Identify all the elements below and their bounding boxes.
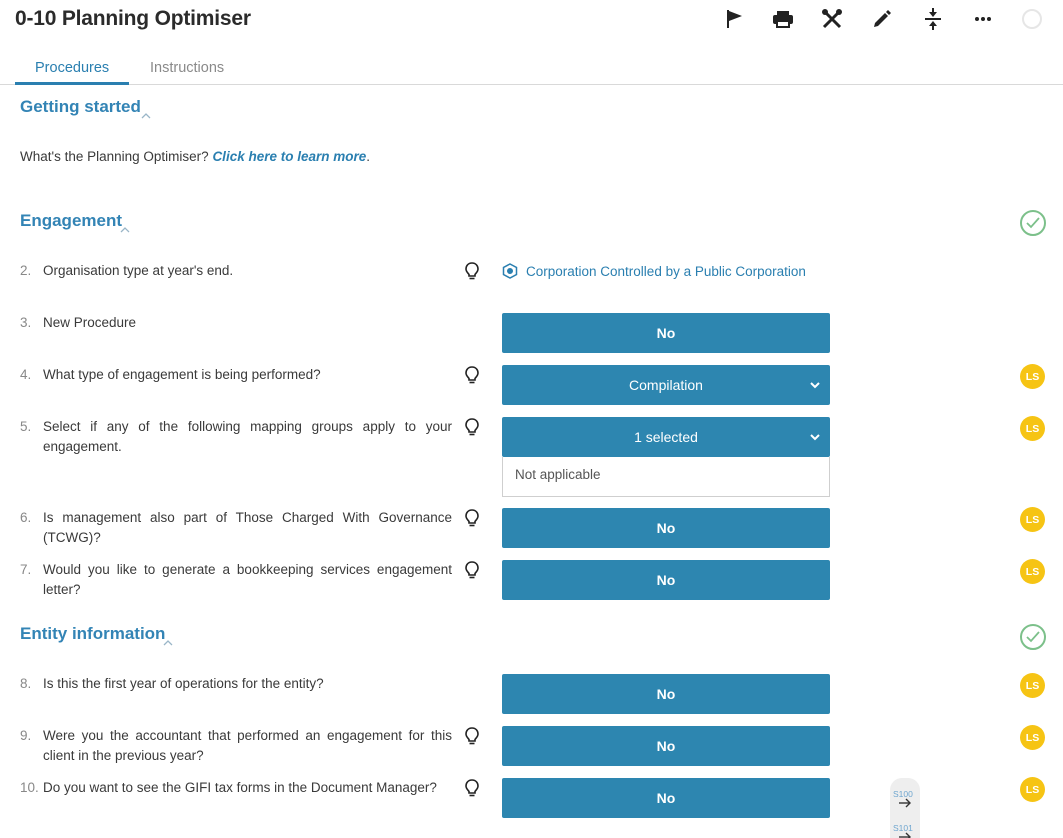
question-number: 9. xyxy=(20,728,32,743)
active-tab-indicator xyxy=(15,82,129,85)
answer-radio-selected[interactable]: Corporation Controlled by a Public Corpo… xyxy=(502,263,806,279)
collapse-caret-icon[interactable] xyxy=(141,111,151,121)
ls-badge: LS xyxy=(1020,559,1045,584)
intro-text: What's the Planning Optimiser? Click her… xyxy=(20,147,370,167)
collapse-icon[interactable] xyxy=(922,7,944,31)
tab-procedures[interactable]: Procedures xyxy=(35,60,109,76)
question-number: 2. xyxy=(20,263,32,278)
section-title-getting-started[interactable]: Getting started xyxy=(20,97,141,117)
ls-badge: LS xyxy=(1020,507,1045,532)
question-number: 5. xyxy=(20,419,32,434)
section-complete-check-icon xyxy=(1020,210,1046,236)
mapping-groups-options: Not applicable xyxy=(502,457,830,497)
print-icon[interactable] xyxy=(772,7,794,31)
answer-button[interactable]: No xyxy=(502,674,830,714)
ls-badge: LS xyxy=(1020,673,1045,698)
question-number: 6. xyxy=(20,510,32,525)
question-text: Is this the first year of operations for… xyxy=(43,676,324,691)
answer-button[interactable]: No xyxy=(502,778,830,818)
intro-question: What's the Planning Optimiser? xyxy=(20,149,209,164)
lightbulb-icon[interactable] xyxy=(465,366,479,384)
question-text: Would you like to generate a bookkeeping… xyxy=(43,562,452,597)
ls-badge: LS xyxy=(1020,777,1045,802)
answer-button[interactable]: No xyxy=(502,726,830,766)
section-title-entity-information[interactable]: Entity information xyxy=(20,624,165,644)
collapse-caret-icon[interactable] xyxy=(163,638,173,648)
radio-selected-icon xyxy=(502,263,518,279)
question-number: 3. xyxy=(20,315,32,330)
section-title-engagement[interactable]: Engagement xyxy=(20,211,122,231)
lightbulb-icon[interactable] xyxy=(465,509,479,527)
tools-icon[interactable] xyxy=(821,7,843,31)
answer-text: Corporation Controlled by a Public Corpo… xyxy=(526,263,806,279)
ls-badge: LS xyxy=(1020,364,1045,389)
question-text: Select if any of the following mapping g… xyxy=(43,419,452,454)
flag-icon[interactable] xyxy=(723,7,745,31)
question-number: 4. xyxy=(20,367,32,382)
option-not-applicable[interactable]: Not applicable xyxy=(515,467,601,482)
chevron-down-icon xyxy=(810,382,820,389)
ls-badge: LS xyxy=(1020,416,1045,441)
answer-button[interactable]: No xyxy=(502,560,830,600)
ls-badge: LS xyxy=(1020,725,1045,750)
question-number: 8. xyxy=(20,676,32,691)
question-text: Do you want to see the GIFI tax forms in… xyxy=(43,780,437,795)
question-text: What type of engagement is being perform… xyxy=(43,367,321,382)
page-title: 0-10 Planning Optimiser xyxy=(15,7,251,30)
collapse-caret-icon[interactable] xyxy=(120,225,130,235)
tab-instructions[interactable]: Instructions xyxy=(150,60,224,76)
question-number: 10. xyxy=(20,780,39,795)
engagement-type-select[interactable]: Compilation xyxy=(502,365,830,405)
select-value: 1 selected xyxy=(634,429,698,445)
arrow-right-icon xyxy=(899,832,911,838)
answer-button[interactable]: No xyxy=(502,508,830,548)
question-text: Is management also part of Those Charged… xyxy=(43,510,452,545)
lightbulb-icon[interactable] xyxy=(465,779,479,797)
chevron-down-icon xyxy=(810,434,820,441)
question-text: Organisation type at year's end. xyxy=(43,263,234,278)
status-indicator xyxy=(1022,9,1042,29)
arrow-right-icon xyxy=(899,798,911,808)
lightbulb-icon[interactable] xyxy=(465,262,479,280)
intro-period: . xyxy=(366,149,371,164)
lightbulb-icon[interactable] xyxy=(465,561,479,579)
section-complete-check-icon xyxy=(1020,624,1046,650)
select-value: Compilation xyxy=(629,377,703,393)
answer-button[interactable]: No xyxy=(502,313,830,353)
question-text: New Procedure xyxy=(43,315,137,330)
document-nav-tab[interactable]: S100 S101 xyxy=(890,778,920,838)
question-text: Were you the accountant that performed a… xyxy=(43,728,452,763)
tab-bar: Procedures Instructions xyxy=(0,52,1063,85)
question-number: 7. xyxy=(20,562,32,577)
edit-icon[interactable] xyxy=(871,7,893,31)
learn-more-link[interactable]: Click here to learn more xyxy=(212,149,366,164)
mapping-groups-select[interactable]: 1 selected xyxy=(502,417,830,457)
header-bar: 0-10 Planning Optimiser xyxy=(0,0,1063,42)
lightbulb-icon[interactable] xyxy=(465,727,479,745)
more-icon[interactable] xyxy=(972,7,994,31)
lightbulb-icon[interactable] xyxy=(465,418,479,436)
